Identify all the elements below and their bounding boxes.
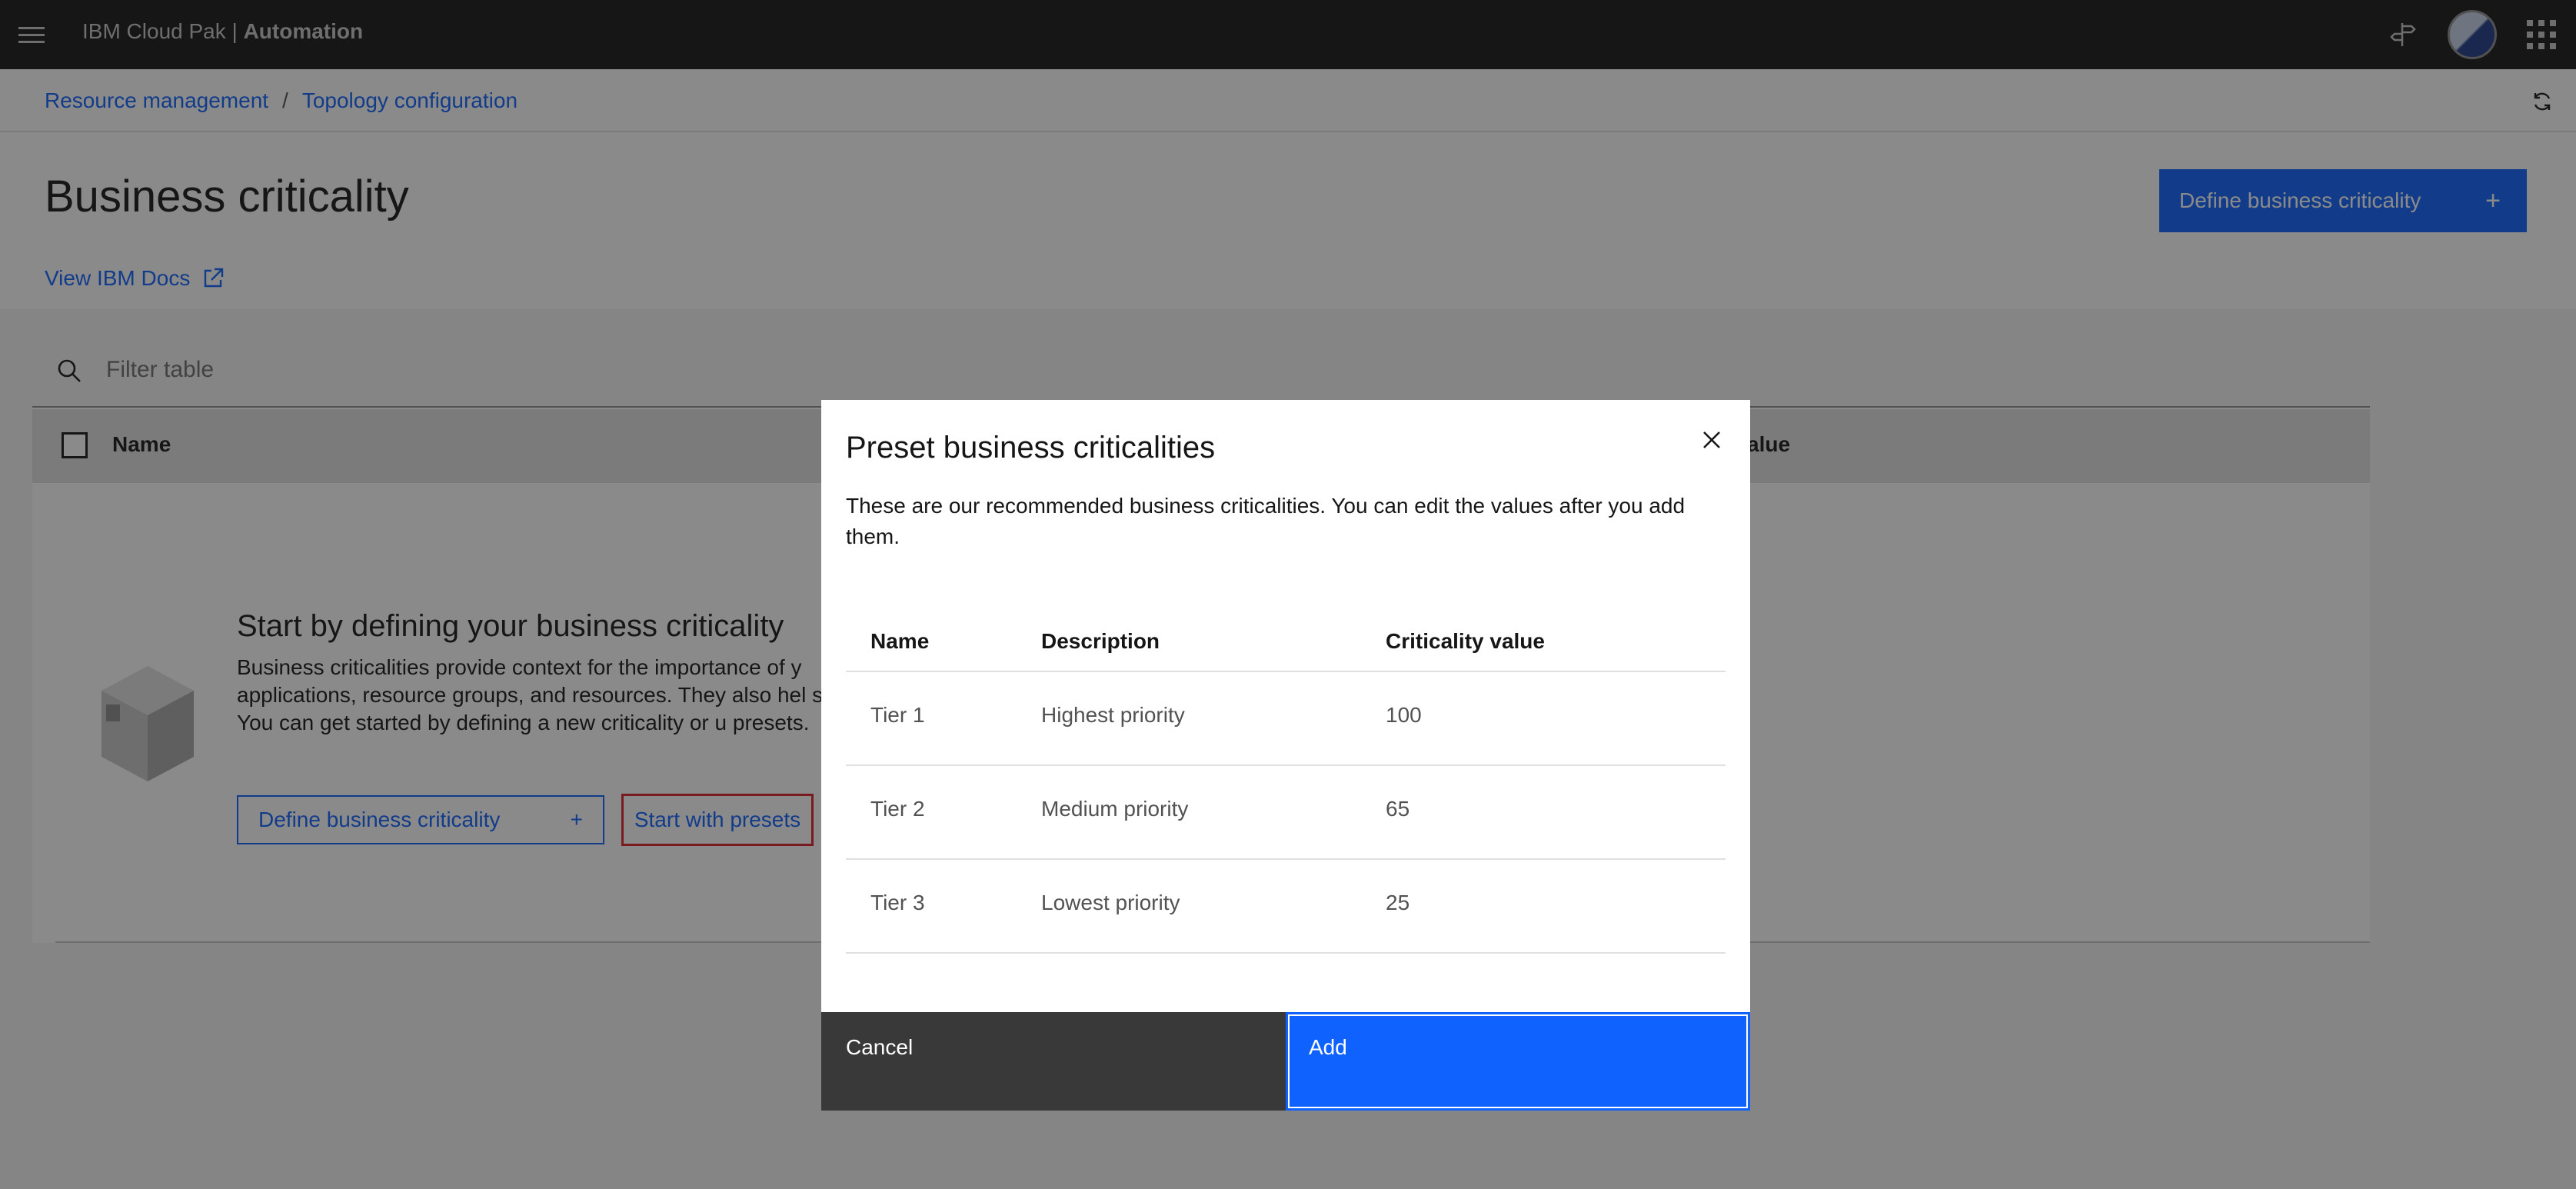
- preset-column-criticality-value: Criticality value: [1386, 629, 1545, 653]
- table-row: Tier 3 Lowest priority 25: [846, 860, 1726, 954]
- close-icon[interactable]: [1690, 418, 1733, 461]
- row-description: Medium priority: [1041, 797, 1189, 821]
- modal-footer: Cancel Add: [821, 1012, 1750, 1111]
- row-value: 25: [1386, 891, 1410, 914]
- row-value: 65: [1386, 797, 1410, 821]
- preset-criticalities-modal: Preset business criticalities These are …: [821, 400, 1750, 1111]
- row-name: Tier 1: [870, 703, 925, 727]
- modal-description: These are our recommended business criti…: [846, 494, 1686, 548]
- preset-column-description: Description: [1041, 629, 1160, 653]
- add-button[interactable]: Add: [1286, 1012, 1750, 1111]
- preset-column-name: Name: [870, 629, 930, 653]
- row-description: Highest priority: [1041, 703, 1185, 727]
- preset-table-header: Name Description Criticality value: [846, 608, 1726, 672]
- row-name: Tier 2: [870, 797, 925, 821]
- table-row: Tier 1 Highest priority 100: [846, 672, 1726, 766]
- modal-title: Preset business criticalities: [846, 431, 1216, 465]
- preset-table: Name Description Criticality value Tier …: [846, 608, 1726, 954]
- table-row: Tier 2 Medium priority 65: [846, 766, 1726, 860]
- row-description: Lowest priority: [1041, 891, 1180, 914]
- row-name: Tier 3: [870, 891, 925, 914]
- cancel-button[interactable]: Cancel: [821, 1012, 1286, 1111]
- row-value: 100: [1386, 703, 1422, 727]
